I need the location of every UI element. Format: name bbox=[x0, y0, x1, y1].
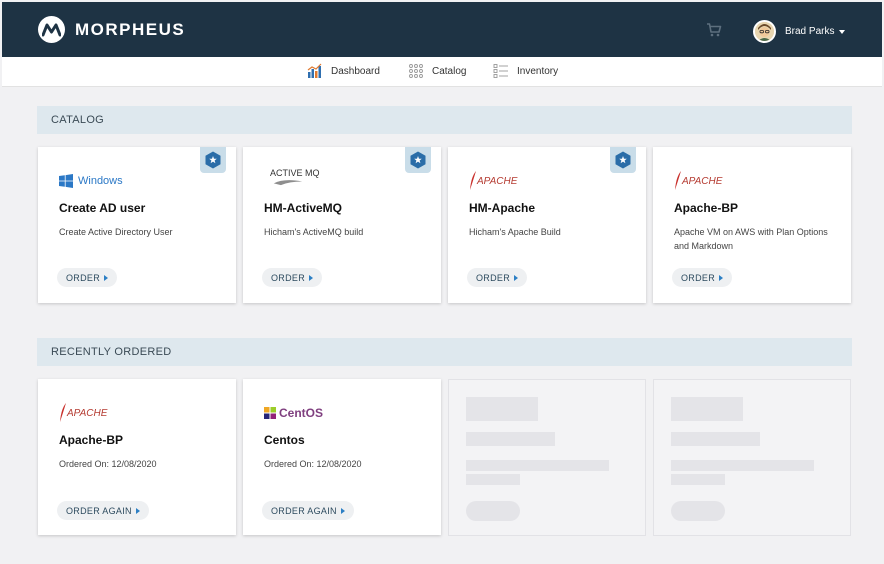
apache-feather-icon bbox=[60, 403, 66, 422]
order-button[interactable]: ORDER bbox=[262, 268, 323, 287]
card-title: Centos bbox=[264, 433, 305, 447]
card-title: HM-Apache bbox=[469, 201, 536, 215]
placeholder-card bbox=[653, 379, 851, 536]
card-title: HM-ActiveMQ bbox=[264, 201, 343, 215]
recent-card[interactable]: APACHE Apache-BP Ordered On: 12/08/2020 … bbox=[38, 379, 236, 535]
order-again-button[interactable]: ORDER AGAIN bbox=[57, 501, 149, 520]
placeholder-bar bbox=[466, 460, 609, 471]
order-button[interactable]: ORDER bbox=[57, 268, 118, 287]
nav-inventory[interactable]: Inventory bbox=[493, 63, 558, 79]
apache-logo: APACHE bbox=[59, 403, 108, 422]
apache-feather-icon bbox=[675, 171, 681, 190]
cart-icon[interactable] bbox=[706, 22, 722, 38]
catalog-heading: CATALOG bbox=[51, 114, 105, 126]
morpheus-logo-icon bbox=[38, 16, 65, 43]
centos-logo: CentOS bbox=[264, 404, 323, 422]
card-description: Create Active Directory User bbox=[59, 227, 173, 237]
ordered-on-date: Ordered On: 12/08/2020 bbox=[59, 459, 157, 469]
placeholder-bar bbox=[671, 460, 814, 471]
activemq-logo: ACTIVE MQ bbox=[270, 168, 320, 186]
apache-logo-text: APACHE bbox=[67, 407, 108, 419]
recently-ordered-heading: RECENTLY ORDERED bbox=[51, 346, 172, 358]
arrow-right-icon bbox=[340, 507, 345, 514]
user-menu[interactable]: Brad Parks bbox=[753, 20, 846, 43]
windows-icon bbox=[59, 174, 73, 188]
catalog-card[interactable]: APACHE Apache-BP Apache VM on AWS with P… bbox=[653, 147, 851, 303]
arrow-right-icon bbox=[719, 274, 724, 281]
order-button-label: ORDER bbox=[476, 272, 511, 283]
star-icon bbox=[410, 151, 426, 169]
card-title: Apache-BP bbox=[59, 433, 124, 447]
apache-logo: APACHE bbox=[674, 171, 723, 190]
card-title: Create AD user bbox=[59, 201, 146, 215]
centos-icon bbox=[264, 407, 276, 419]
chevron-down-icon bbox=[839, 29, 846, 34]
placeholder-card bbox=[448, 379, 646, 536]
grid-icon bbox=[408, 63, 424, 79]
recent-card[interactable]: CentOS Centos Ordered On: 12/08/2020 ORD… bbox=[243, 379, 441, 535]
order-button-label: ORDER bbox=[681, 272, 716, 283]
card-description: Apache VM on AWS with Plan Options and M… bbox=[674, 227, 828, 251]
arrow-right-icon bbox=[514, 274, 519, 281]
order-button[interactable]: ORDER bbox=[467, 268, 528, 287]
card-description: Hicham's Apache Build bbox=[469, 227, 561, 237]
apache-logo-text: APACHE bbox=[682, 175, 723, 187]
windows-logo: Windows bbox=[59, 172, 123, 190]
order-again-button-label: ORDER AGAIN bbox=[66, 505, 132, 516]
nav-catalog[interactable]: Catalog bbox=[408, 63, 466, 79]
placeholder-bar bbox=[466, 474, 520, 485]
star-icon bbox=[205, 151, 221, 169]
recently-ordered-section-header: RECENTLY ORDERED bbox=[37, 338, 852, 366]
featured-star-badge bbox=[405, 147, 431, 173]
apache-feather-icon bbox=[470, 171, 476, 190]
centos-logo-text: CentOS bbox=[279, 406, 324, 420]
placeholder-button bbox=[466, 501, 520, 521]
nav-dashboard-label: Dashboard bbox=[331, 65, 380, 77]
card-description: Hicham's ActiveMQ build bbox=[264, 227, 364, 237]
apache-logo: APACHE bbox=[469, 171, 518, 190]
order-button-label: ORDER bbox=[66, 272, 101, 283]
order-again-button[interactable]: ORDER AGAIN bbox=[262, 501, 354, 520]
placeholder-bar bbox=[466, 432, 555, 446]
featured-star-badge bbox=[610, 147, 636, 173]
order-again-button-label: ORDER AGAIN bbox=[271, 505, 337, 516]
top-header: MORPHEUS Brad Parks bbox=[2, 2, 882, 57]
placeholder-button bbox=[671, 501, 725, 521]
catalog-card[interactable]: ACTIVE MQ HM-ActiveMQ Hicham's ActiveMQ … bbox=[243, 147, 441, 303]
bar-chart-icon bbox=[307, 63, 323, 79]
nav-inventory-label: Inventory bbox=[517, 65, 559, 77]
arrow-right-icon bbox=[135, 507, 140, 514]
placeholder-bar bbox=[671, 474, 725, 485]
order-button[interactable]: ORDER bbox=[672, 268, 733, 287]
arrow-right-icon bbox=[104, 274, 109, 281]
catalog-card[interactable]: Windows Create AD user Create Active Dir… bbox=[38, 147, 236, 303]
featured-star-badge bbox=[200, 147, 226, 173]
avatar bbox=[753, 20, 776, 43]
ordered-on-date: Ordered On: 12/08/2020 bbox=[264, 459, 362, 469]
feather-icon bbox=[273, 180, 303, 186]
arrow-right-icon bbox=[309, 274, 314, 281]
apache-logo-text: APACHE bbox=[477, 175, 518, 187]
brand-name: MORPHEUS bbox=[75, 19, 186, 39]
placeholder-bar bbox=[671, 397, 743, 421]
user-name: Brad Parks bbox=[785, 26, 835, 37]
nav-catalog-label: Catalog bbox=[432, 65, 467, 77]
placeholder-bar bbox=[671, 432, 760, 446]
windows-logo-text: Windows bbox=[78, 175, 123, 187]
catalog-card[interactable]: APACHE HM-Apache Hicham's Apache Build O… bbox=[448, 147, 646, 303]
placeholder-bar bbox=[466, 397, 538, 421]
star-icon bbox=[615, 151, 631, 169]
main-nav: Dashboard Catalog Inventory bbox=[2, 57, 882, 87]
nav-dashboard[interactable]: Dashboard bbox=[307, 63, 380, 79]
morpheus-logo[interactable]: MORPHEUS bbox=[38, 16, 185, 43]
card-title: Apache-BP bbox=[674, 201, 739, 215]
catalog-section-header: CATALOG bbox=[37, 106, 852, 134]
activemq-logo-text: ACTIVE MQ bbox=[270, 168, 320, 178]
list-icon bbox=[493, 63, 509, 79]
order-button-label: ORDER bbox=[271, 272, 306, 283]
